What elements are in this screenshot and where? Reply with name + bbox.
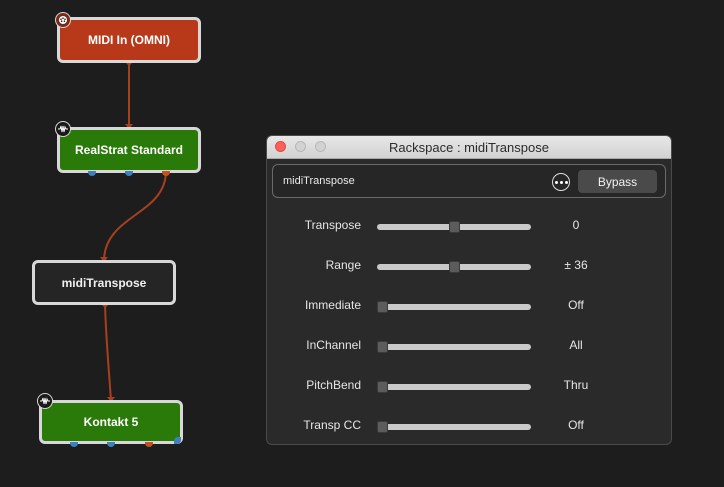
node-label: midiTranspose [61, 275, 147, 290]
immediate-slider[interactable] [377, 301, 531, 313]
inchannel-slider[interactable] [377, 341, 531, 353]
param-row-inchannel: InChannel All [267, 336, 671, 356]
param-row-transpose: Transpose 0 [267, 216, 671, 236]
connection-realstrat-to-miditranspose[interactable] [103, 170, 167, 262]
node-realstrat-standard[interactable]: RealStrat Standard [57, 127, 201, 173]
param-label: PitchBend [306, 378, 361, 392]
param-row-immediate: Immediate Off [267, 296, 671, 316]
param-label: Transpose [304, 218, 361, 232]
node-miditranspose[interactable]: midiTranspose [32, 260, 176, 305]
param-label: Transp CC [303, 418, 361, 432]
param-value: 0 [572, 218, 580, 232]
param-label: InChannel [306, 338, 361, 352]
plugin-header-bar: midiTranspose Bypass [272, 164, 666, 198]
plugin-name-label: midiTranspose [283, 175, 355, 187]
node-kontakt-5[interactable]: Kontakt 5 [39, 400, 183, 444]
slider-thumb[interactable] [377, 341, 388, 353]
param-row-pitchbend: PitchBend Thru [267, 376, 671, 396]
param-value: All [569, 338, 583, 352]
param-row-range: Range ± 36 [267, 256, 671, 276]
slider-thumb[interactable] [377, 301, 388, 313]
midi-din-icon [55, 12, 71, 28]
slider-thumb[interactable] [449, 221, 460, 233]
node-label: RealStrat Standard [74, 143, 184, 157]
param-label: Range [325, 258, 361, 272]
ellipsis-circle-icon[interactable] [552, 173, 570, 191]
bypass-button[interactable]: Bypass [578, 170, 657, 193]
window-titlebar[interactable]: Rackspace : midiTranspose [267, 136, 671, 159]
node-midi-in[interactable]: MIDI In (OMNI) [57, 17, 201, 63]
window-title: Rackspace : midiTranspose [389, 140, 549, 155]
range-slider[interactable] [377, 261, 531, 273]
waveform-icon [37, 393, 53, 409]
waveform-icon [55, 121, 71, 137]
slider-thumb[interactable] [377, 381, 388, 393]
node-label: MIDI In (OMNI) [88, 33, 170, 47]
param-value: Off [568, 298, 584, 312]
transp-cc-slider[interactable] [377, 421, 531, 433]
transpose-slider[interactable] [377, 221, 531, 233]
param-row-transp-cc: Transp CC Off [267, 416, 671, 436]
connection-miditranspose-to-kontakt[interactable] [104, 303, 112, 402]
param-value: Off [568, 418, 584, 432]
param-value: ± 36 [564, 258, 588, 272]
plugin-window: Rackspace : midiTranspose midiTranspose … [266, 135, 672, 445]
slider-thumb[interactable] [377, 421, 388, 433]
pitchbend-slider[interactable] [377, 381, 531, 393]
param-value: Thru [563, 378, 589, 392]
param-label: Immediate [304, 298, 361, 312]
node-label: Kontakt 5 [83, 415, 139, 429]
slider-thumb[interactable] [449, 261, 460, 273]
